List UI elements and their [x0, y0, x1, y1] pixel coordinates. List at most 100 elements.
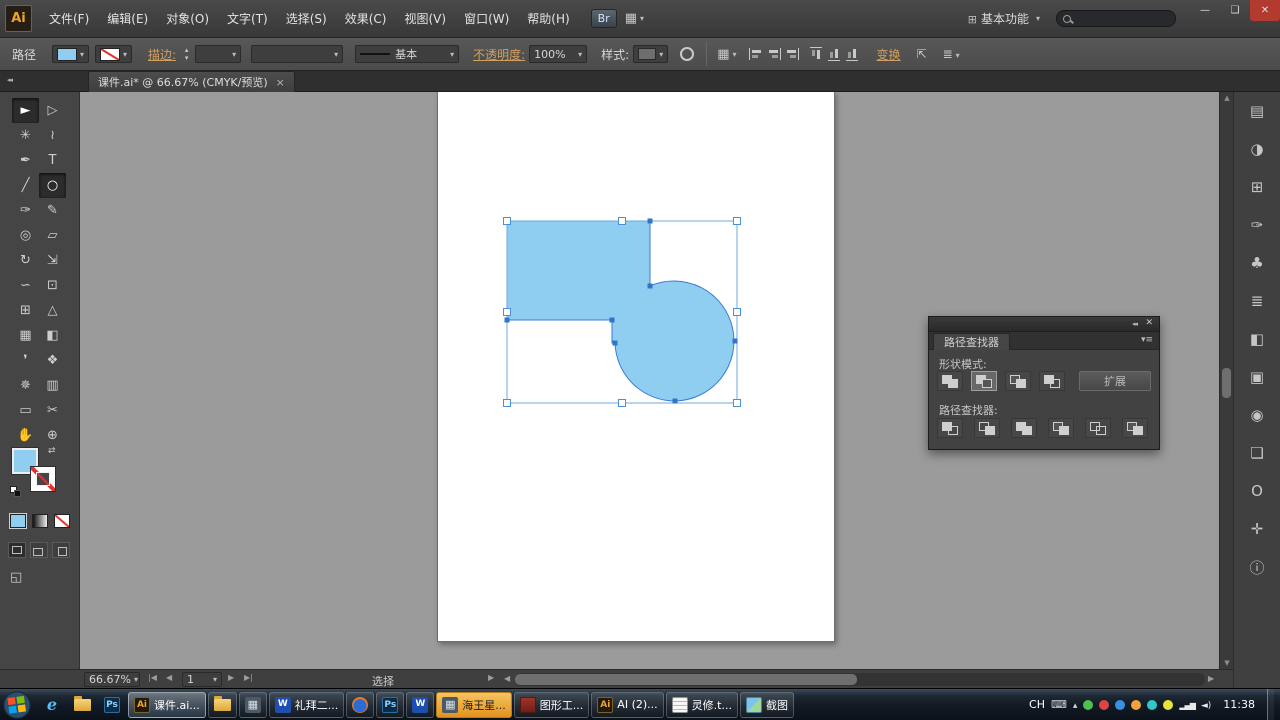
align-center-icon[interactable] [767, 48, 781, 60]
dock-stroke-icon[interactable]: ≣ [1234, 282, 1280, 320]
dock-swatches-icon[interactable]: ⊞ [1234, 168, 1280, 206]
volume-icon[interactable] [1201, 698, 1211, 711]
tool-free-transform[interactable]: ⊡ [39, 273, 66, 298]
align-bottom-icon[interactable] [846, 47, 858, 61]
menu-help[interactable]: 帮助(H) [518, 0, 578, 38]
opacity-select[interactable]: 100% [529, 45, 587, 63]
next-artboard-button[interactable]: ▶ [228, 673, 234, 682]
tray-app-blue-icon[interactable] [1115, 700, 1125, 710]
workspace-switcher[interactable]: 基本功能 [968, 10, 1040, 27]
control-panel-menu-icon[interactable]: ≣ [943, 47, 960, 61]
graphic-style-select[interactable] [633, 45, 668, 63]
tray-expand-icon[interactable] [1073, 698, 1078, 711]
tray-app-yellow-icon[interactable] [1163, 700, 1173, 710]
dock-color-icon[interactable]: ▤ [1234, 92, 1280, 130]
taskbar-illustrator-document[interactable]: Ai 课件.ai... [128, 692, 206, 718]
none-button[interactable] [54, 514, 70, 528]
start-button[interactable] [3, 691, 31, 719]
menu-edit[interactable]: 编辑(E) [98, 0, 157, 38]
taskbar-folder-window[interactable] [208, 692, 237, 718]
tool-ellipse[interactable]: ○ [39, 173, 66, 198]
menu-select[interactable]: 选择(S) [277, 0, 336, 38]
crop-button[interactable] [1048, 418, 1074, 438]
app-logo[interactable]: Ai [5, 5, 32, 32]
horizontal-scroll-thumb[interactable] [515, 674, 857, 685]
scroll-down-icon[interactable]: ▼ [1220, 657, 1234, 669]
dock-brushes-icon[interactable]: ✑ [1234, 206, 1280, 244]
tool-magic-wand[interactable]: ✳ [12, 123, 39, 148]
stroke-panel-link[interactable]: 描边: [148, 46, 176, 63]
scroll-right-icon[interactable]: ▶ [1208, 674, 1214, 683]
tool-blob-brush[interactable]: ◎ [12, 223, 39, 248]
align-middle-icon[interactable] [828, 47, 840, 61]
tool-column-graph[interactable]: ▥ [39, 373, 66, 398]
opacity-panel-link[interactable]: 不透明度: [473, 46, 525, 63]
expand-button[interactable]: 扩展 [1079, 371, 1151, 391]
scroll-left-icon[interactable]: ◀ [504, 674, 510, 683]
taskbar-explorer[interactable] [69, 692, 95, 718]
status-pop-arrow[interactable]: ▶ [488, 673, 494, 682]
width-profile-select[interactable] [251, 45, 343, 63]
taskbar-grid-app[interactable]: ▦ [239, 692, 267, 718]
menu-file[interactable]: 文件(F) [40, 0, 98, 38]
taskbar-ie[interactable]: e [39, 692, 65, 718]
dock-graphic-styles-icon[interactable]: ❏ [1234, 434, 1280, 472]
tool-paintbrush[interactable]: ✑ [12, 198, 39, 223]
unite-button[interactable] [937, 371, 963, 391]
pathfinder-titlebar[interactable]: ◂◂ ✕ [929, 317, 1159, 332]
tool-slice[interactable]: ✂ [39, 398, 66, 423]
tool-eyedropper[interactable]: ❜ [12, 348, 39, 373]
align-right-icon[interactable] [785, 48, 799, 60]
menu-view[interactable]: 视图(V) [395, 0, 455, 38]
tool-blend[interactable]: ❖ [39, 348, 66, 373]
taskbar-lingxiu[interactable]: 灵修.t... [666, 692, 738, 718]
artboard-number-select[interactable]: 1 [182, 672, 222, 687]
stroke-weight-stepper[interactable] [180, 46, 193, 62]
merge-button[interactable] [1011, 418, 1037, 438]
tool-lasso[interactable]: ≀ [39, 123, 66, 148]
taskbar-word-document[interactable]: W 礼拜二... [269, 692, 345, 718]
tool-pen[interactable]: ✒ [12, 148, 39, 173]
zoom-level-select[interactable]: 66.67% [84, 672, 140, 687]
ime-language-indicator[interactable]: CH [1029, 698, 1045, 711]
brush-definition-select[interactable]: 基本 [355, 45, 459, 63]
align-options-button[interactable] [717, 47, 736, 62]
taskbar-word-window[interactable]: W [406, 692, 434, 718]
tray-app-cyan-icon[interactable] [1147, 700, 1157, 710]
last-artboard-button[interactable]: ▶| [244, 673, 253, 682]
tool-type[interactable]: T [39, 148, 66, 173]
outline-button[interactable] [1085, 418, 1111, 438]
fill-color-dropdown[interactable] [52, 45, 89, 63]
dock-gradient-icon[interactable]: ◧ [1234, 320, 1280, 358]
draw-behind-button[interactable] [30, 542, 48, 558]
tray-app-orange-icon[interactable] [1131, 700, 1141, 710]
draw-normal-button[interactable] [8, 542, 26, 558]
taskbar-ai2[interactable]: Ai AI (2)... [591, 692, 663, 718]
menu-effect[interactable]: 效果(C) [336, 0, 396, 38]
first-artboard-button[interactable]: |◀ [148, 673, 157, 682]
menu-type[interactable]: 文字(T) [218, 0, 277, 38]
swap-fill-stroke-icon[interactable]: ⇄ [48, 446, 56, 456]
default-fill-stroke-icon[interactable] [10, 486, 22, 498]
tool-width[interactable]: ∽ [12, 273, 39, 298]
clock[interactable]: 11:38 [1223, 698, 1255, 711]
show-desktop-button[interactable] [1267, 689, 1274, 720]
taskbar-tuxinggong[interactable]: 图形工... [514, 692, 590, 718]
taskbar-haiwangxing[interactable]: ▦ 海王星... [436, 692, 512, 718]
tool-line-segment[interactable]: ╱ [12, 173, 39, 198]
color-button[interactable] [10, 514, 26, 528]
trim-button[interactable] [974, 418, 1000, 438]
dock-color-guide-icon[interactable]: ◑ [1234, 130, 1280, 168]
align-left-icon[interactable] [749, 48, 763, 60]
isolate-icon[interactable]: ⇱ [917, 47, 927, 61]
stroke-swatch-large[interactable] [30, 466, 56, 492]
stroke-color-dropdown[interactable] [95, 45, 132, 63]
tool-gradient[interactable]: ◧ [39, 323, 66, 348]
vertical-scroll-thumb[interactable] [1222, 368, 1231, 398]
panel-collapse-icon[interactable]: ◂◂ [1132, 320, 1137, 328]
menu-object[interactable]: 对象(O) [157, 0, 218, 38]
taskbar-firefox[interactable] [346, 692, 374, 718]
tray-app-green-icon[interactable] [1083, 700, 1093, 710]
gradient-button[interactable] [32, 514, 48, 528]
tool-zoom[interactable]: ⊕ [39, 423, 66, 448]
